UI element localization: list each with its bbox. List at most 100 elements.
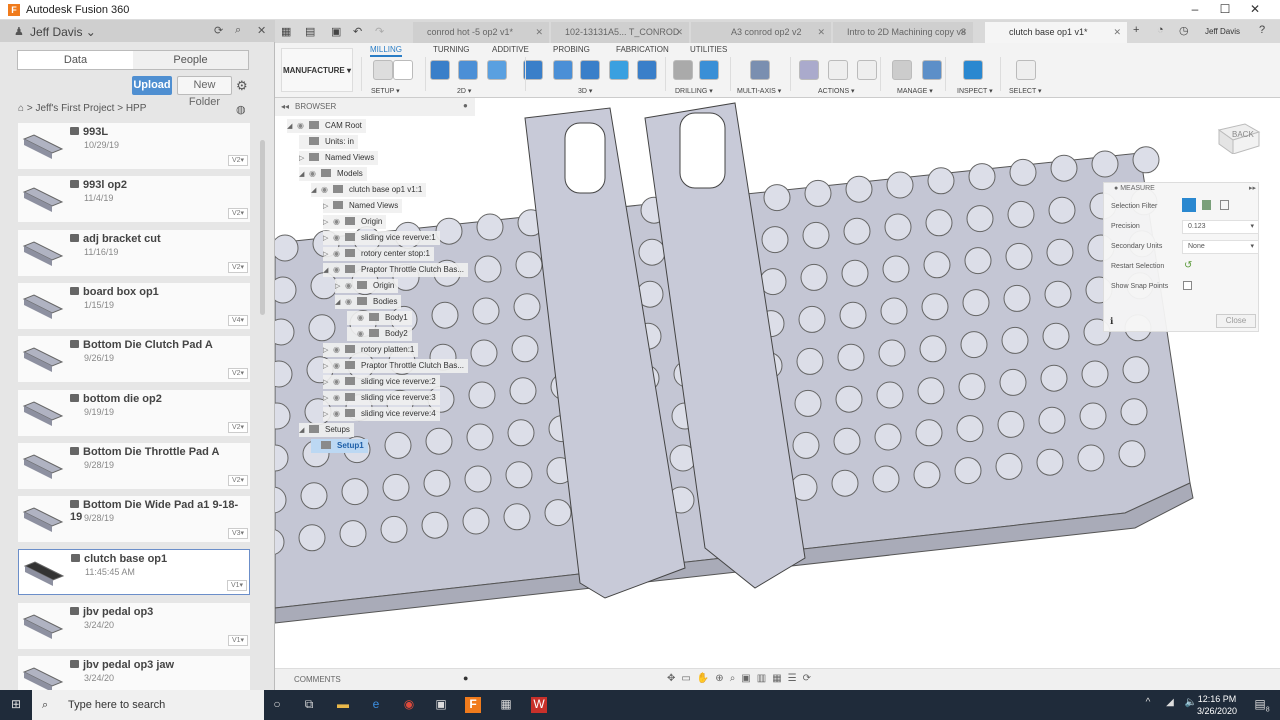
- close-tab-icon[interactable]: ✕: [675, 22, 683, 43]
- visibility-eye-icon[interactable]: ◉: [333, 359, 345, 373]
- info-icon[interactable]: ℹ: [1110, 316, 1113, 327]
- store-icon[interactable]: ▣: [433, 697, 449, 713]
- expand-toggle-icon[interactable]: ▷: [323, 408, 333, 422]
- browser-node[interactable]: Setup1: [311, 439, 368, 453]
- doc-tab[interactable]: 102-13131A5... T_CONROD v2✕: [551, 22, 689, 58]
- file-icon[interactable]: ▤: [305, 25, 315, 38]
- visibility-eye-icon[interactable]: ◉: [333, 343, 345, 357]
- clock-icon[interactable]: ◷: [1179, 24, 1189, 37]
- visibility-eye-icon[interactable]: ◉: [333, 391, 345, 405]
- tool-library-icon[interactable]: [892, 60, 912, 80]
- new-tab-icon[interactable]: +: [1133, 24, 1139, 36]
- scallop-icon[interactable]: [609, 60, 629, 80]
- notifications-icon[interactable]: ▤8: [1254, 697, 1270, 713]
- select-body-filter-icon[interactable]: [1182, 198, 1196, 212]
- tab-utilities[interactable]: UTILITIES: [690, 45, 727, 54]
- inspect-menu[interactable]: INSPECT ▾: [957, 87, 993, 95]
- fit-icon[interactable]: ⌕: [730, 673, 742, 684]
- file-card[interactable]: Bottom Die Throttle Pad A 9/28/19 V2▾: [18, 442, 250, 489]
- browser-node[interactable]: ▷ ◉ Origin: [335, 279, 399, 293]
- open-setup-icon[interactable]: [373, 60, 393, 80]
- chrome-icon[interactable]: ◉: [401, 697, 417, 713]
- browser-node[interactable]: ◢ ◉ clutch base op1 v1:1: [311, 183, 427, 197]
- close-panel-icon[interactable]: ✕: [257, 24, 266, 37]
- tab-people[interactable]: People: [133, 51, 248, 69]
- expand-toggle-icon[interactable]: ◢: [323, 264, 333, 278]
- browser-options-icon[interactable]: ●: [463, 101, 468, 110]
- expand-toggle-icon[interactable]: ◢: [287, 120, 297, 134]
- browser-node[interactable]: ▷ Named Views: [299, 151, 379, 165]
- browser-node[interactable]: ◢ ◉ Praptor Throttle Clutch Bas...: [323, 263, 469, 278]
- file-name[interactable]: Bottom Die Throttle Pad A: [70, 446, 219, 458]
- tab-data[interactable]: Data: [18, 51, 133, 69]
- visibility-eye-icon[interactable]: ◉: [333, 215, 345, 229]
- version-dropdown[interactable]: V3▾: [228, 528, 248, 540]
- network-icon[interactable]: ◢: [1162, 697, 1178, 713]
- visibility-eye-icon[interactable]: ◉: [345, 295, 357, 309]
- job-status-icon[interactable]: ◔: [1157, 24, 1164, 36]
- look-at-icon[interactable]: ▭: [681, 673, 696, 684]
- browser-node[interactable]: ◢ ◉ Bodies: [335, 295, 402, 310]
- version-dropdown[interactable]: V1▾: [228, 634, 248, 646]
- file-card[interactable]: jbv pedal op3 3/24/20 V1▾: [18, 602, 250, 649]
- undo-icon[interactable]: ↶: [353, 25, 362, 38]
- post-process-icon[interactable]: [828, 60, 848, 80]
- app-taskbar-icon[interactable]: ▦: [498, 697, 514, 713]
- new-folder-button[interactable]: New Folder: [177, 76, 232, 108]
- user-menu[interactable]: Jeff Davis ⌄: [30, 25, 96, 39]
- browser-node[interactable]: ▷ Named Views: [323, 199, 403, 214]
- version-dropdown[interactable]: V2▾: [228, 368, 248, 380]
- close-tab-icon[interactable]: ✕: [1113, 22, 1121, 43]
- upload-button[interactable]: Upload: [132, 76, 172, 95]
- expand-toggle-icon[interactable]: ▷: [323, 232, 333, 246]
- task-view-icon[interactable]: ⧉: [301, 697, 317, 713]
- taskbar-search[interactable]: ⌕ Type here to search: [32, 690, 264, 720]
- show-snap-points-checkbox[interactable]: [1183, 281, 1192, 290]
- expand-toggle-icon[interactable]: ▷: [323, 376, 333, 390]
- visibility-eye-icon[interactable]: ◉: [297, 119, 309, 133]
- nc-program-icon[interactable]: [393, 60, 413, 80]
- visibility-eye-icon[interactable]: ◉: [357, 311, 369, 325]
- simulate-icon[interactable]: [799, 60, 819, 80]
- browser-node[interactable]: ◉ Body1: [347, 311, 412, 325]
- steep-shallow-icon[interactable]: [637, 60, 657, 80]
- visibility-eye-icon[interactable]: ◉: [333, 263, 345, 277]
- machine-icon[interactable]: [922, 60, 942, 80]
- close-button[interactable]: Close: [1216, 314, 1256, 328]
- browser-node[interactable]: ◢ ◉ Models: [299, 167, 367, 181]
- orbit-icon[interactable]: ✥: [667, 673, 681, 684]
- close-tab-icon[interactable]: ✕: [535, 22, 543, 43]
- visibility-eye-icon[interactable]: ◉: [333, 247, 345, 261]
- recorder-taskbar-icon[interactable]: W: [531, 697, 547, 713]
- browser-node[interactable]: ▷ ◉ rotory center stop:1: [323, 247, 434, 261]
- version-dropdown[interactable]: V4▾: [228, 314, 248, 326]
- tab-probing[interactable]: PROBING: [553, 45, 590, 54]
- browser-node[interactable]: Units: in: [299, 135, 358, 149]
- expand-toggle-icon[interactable]: ▷: [323, 200, 333, 214]
- visibility-eye-icon[interactable]: ◉: [321, 183, 333, 197]
- file-explorer-icon[interactable]: ▬: [335, 697, 351, 713]
- 2d-menu[interactable]: 2D ▾: [457, 87, 471, 95]
- file-card[interactable]: 993l op2 11/4/19 V2▾: [18, 176, 250, 223]
- collapse-browser-icon[interactable]: ◂◂: [281, 102, 289, 111]
- browser-node[interactable]: ▷ ◉ Praptor Throttle Clutch Bas...: [323, 359, 469, 373]
- file-name[interactable]: jbv pedal op3 jaw: [70, 659, 174, 671]
- doc-tab[interactable]: Intro to 2D Machining copy v8 ✕: [833, 22, 973, 43]
- hole-recognition-icon[interactable]: [699, 60, 719, 80]
- precision-select[interactable]: 0.123 ▾: [1182, 220, 1259, 234]
- tab-turning[interactable]: TURNING: [433, 45, 469, 54]
- restart-selection-icon[interactable]: ↺: [1184, 260, 1192, 271]
- file-card[interactable]: bottom die op2 9/19/19 V2▾: [18, 389, 250, 436]
- measure-icon[interactable]: [963, 60, 983, 80]
- tab-additive[interactable]: ADDITIVE: [492, 45, 529, 54]
- adaptive-clearing-icon[interactable]: [523, 60, 543, 80]
- 2d-contour-icon[interactable]: [487, 60, 507, 80]
- pocket-icon[interactable]: [553, 60, 573, 80]
- file-name[interactable]: clutch base op1: [71, 553, 167, 565]
- grid-settings-icon[interactable]: ▥: [757, 673, 772, 684]
- doc-tab[interactable]: A3 conrod op2 v2 ✕: [691, 22, 831, 43]
- expand-toggle-icon[interactable]: ◢: [335, 296, 345, 310]
- doc-tab[interactable]: conrod hot -5 op2 v1* ✕: [413, 22, 549, 43]
- edge-icon[interactable]: e: [368, 697, 384, 713]
- setup-menu[interactable]: SETUP ▾: [371, 87, 400, 95]
